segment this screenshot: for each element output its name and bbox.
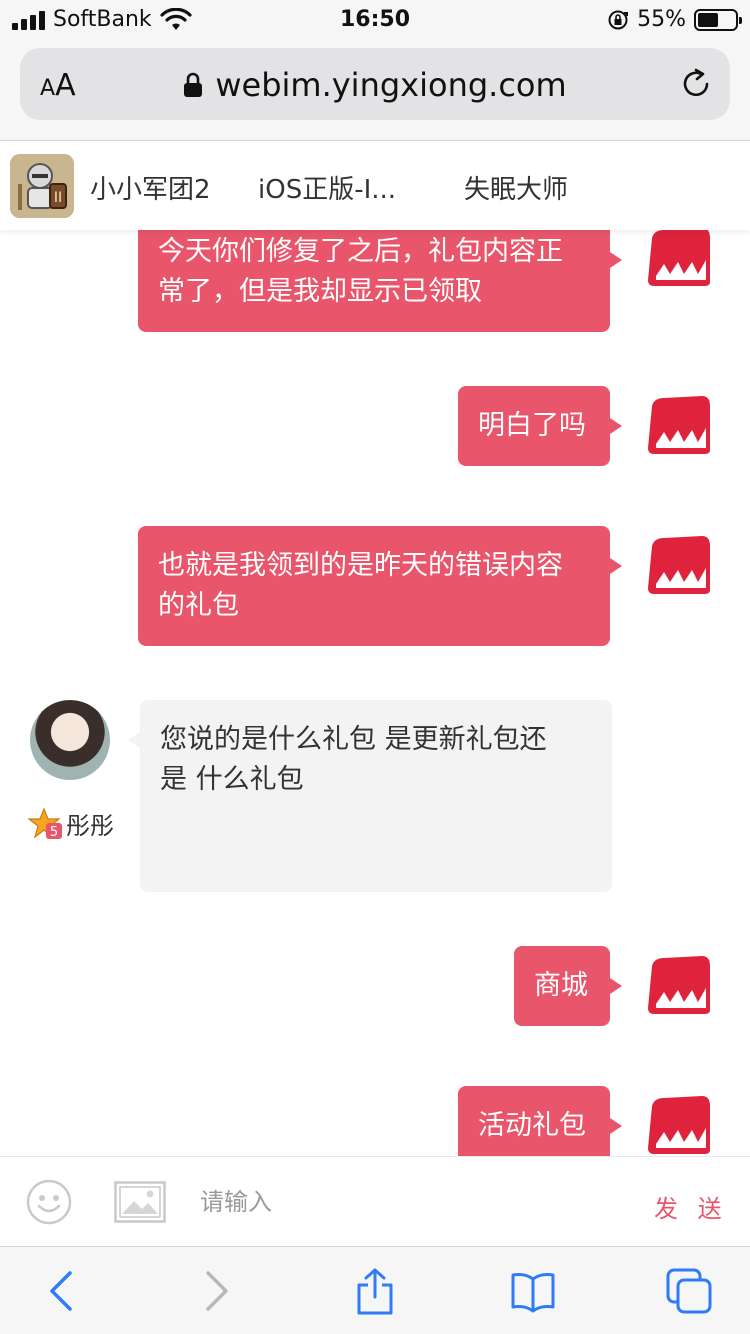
message-line: 的礼包 xyxy=(158,590,239,621)
tab-xiaoxiao-juntuan[interactable]: 小小军团2 xyxy=(90,169,211,206)
browser-address-area: AA webim.yingxiong.com xyxy=(0,40,750,141)
user-name-row: 5 彤彤 xyxy=(28,806,114,841)
image-icon[interactable] xyxy=(114,1181,166,1223)
message-line: 您说的是什么礼包 是更新礼包还 xyxy=(160,724,547,755)
message-line: 活动礼包 xyxy=(478,1110,586,1141)
rotation-lock-icon xyxy=(608,10,629,29)
message-bubble-incoming: 您说的是什么礼包 是更新礼包还 是 什么礼包 xyxy=(128,700,612,892)
game-icon[interactable]: II xyxy=(10,154,74,218)
send-button[interactable]: 发 送 xyxy=(654,1189,728,1224)
address-bar[interactable]: AA webim.yingxiong.com xyxy=(20,48,730,120)
mascot-avatar-icon xyxy=(648,1096,710,1154)
browser-toolbar xyxy=(0,1246,750,1334)
mascot-avatar-icon xyxy=(648,536,710,594)
battery-icon xyxy=(694,8,742,31)
message-line: 今天你们修复了之后，礼包内容正 xyxy=(158,236,563,267)
level-star-icon: 5 xyxy=(28,806,62,840)
url-display[interactable]: webim.yingxiong.com xyxy=(20,66,730,104)
status-right: 55% xyxy=(607,7,742,32)
mascot-avatar-icon xyxy=(648,230,710,286)
message-line: 明白了吗 xyxy=(478,410,586,441)
message-bubble-outgoing: 也就是我领到的是昨天的错误内容 的礼包 xyxy=(138,526,622,646)
chevron-right-icon[interactable] xyxy=(192,1267,240,1315)
book-icon[interactable] xyxy=(509,1267,557,1315)
battery-fill xyxy=(698,12,718,27)
conversation-tabs: II 小小军团2 iOS正版-I... 失眠大师 xyxy=(0,141,750,230)
message-bubble-outgoing: 今天你们修复了之后，礼包内容正 常了，但是我却显示已领取 xyxy=(138,230,622,332)
message-bubble-outgoing: 商城 xyxy=(514,946,622,1026)
tab-ios-version[interactable]: iOS正版-I... xyxy=(258,169,396,206)
message-line: 是 什么礼包 xyxy=(160,764,304,795)
tab-insomnia-master[interactable]: 失眠大师 xyxy=(464,169,568,206)
message-input[interactable] xyxy=(200,1179,600,1225)
lock-icon xyxy=(184,72,203,97)
chat-area[interactable]: 今天你们修复了之后，礼包内容正 常了，但是我却显示已领取 明白了吗 也就是我领到… xyxy=(0,230,750,1156)
url-text: webim.yingxiong.com xyxy=(215,66,567,104)
message-line: 也就是我领到的是昨天的错误内容 xyxy=(158,550,563,581)
knight-icon: II xyxy=(10,154,74,218)
mascot-avatar-icon xyxy=(648,956,710,1014)
message-line: 商城 xyxy=(534,970,588,1001)
level-number: 5 xyxy=(50,825,58,840)
status-bar: SoftBank 16:50 55% xyxy=(0,0,750,40)
message-bubble-outgoing: 明白了吗 xyxy=(458,386,622,466)
message-input-bar: 发 送 xyxy=(0,1156,750,1246)
svg-text:II: II xyxy=(54,190,62,206)
share-icon[interactable] xyxy=(351,1267,399,1315)
battery-percent: 55% xyxy=(637,7,686,32)
mascot-avatar-icon xyxy=(648,396,710,454)
smiley-icon[interactable] xyxy=(26,1179,72,1225)
chevron-left-icon[interactable] xyxy=(38,1267,86,1315)
tabs-icon[interactable] xyxy=(665,1267,713,1315)
reload-icon[interactable] xyxy=(680,67,714,101)
message-line: 常了，但是我却显示已领取 xyxy=(158,276,482,307)
user-avatar[interactable] xyxy=(30,700,110,780)
user-name: 彤彤 xyxy=(66,812,114,840)
message-bubble-outgoing: 活动礼包 xyxy=(458,1086,622,1156)
